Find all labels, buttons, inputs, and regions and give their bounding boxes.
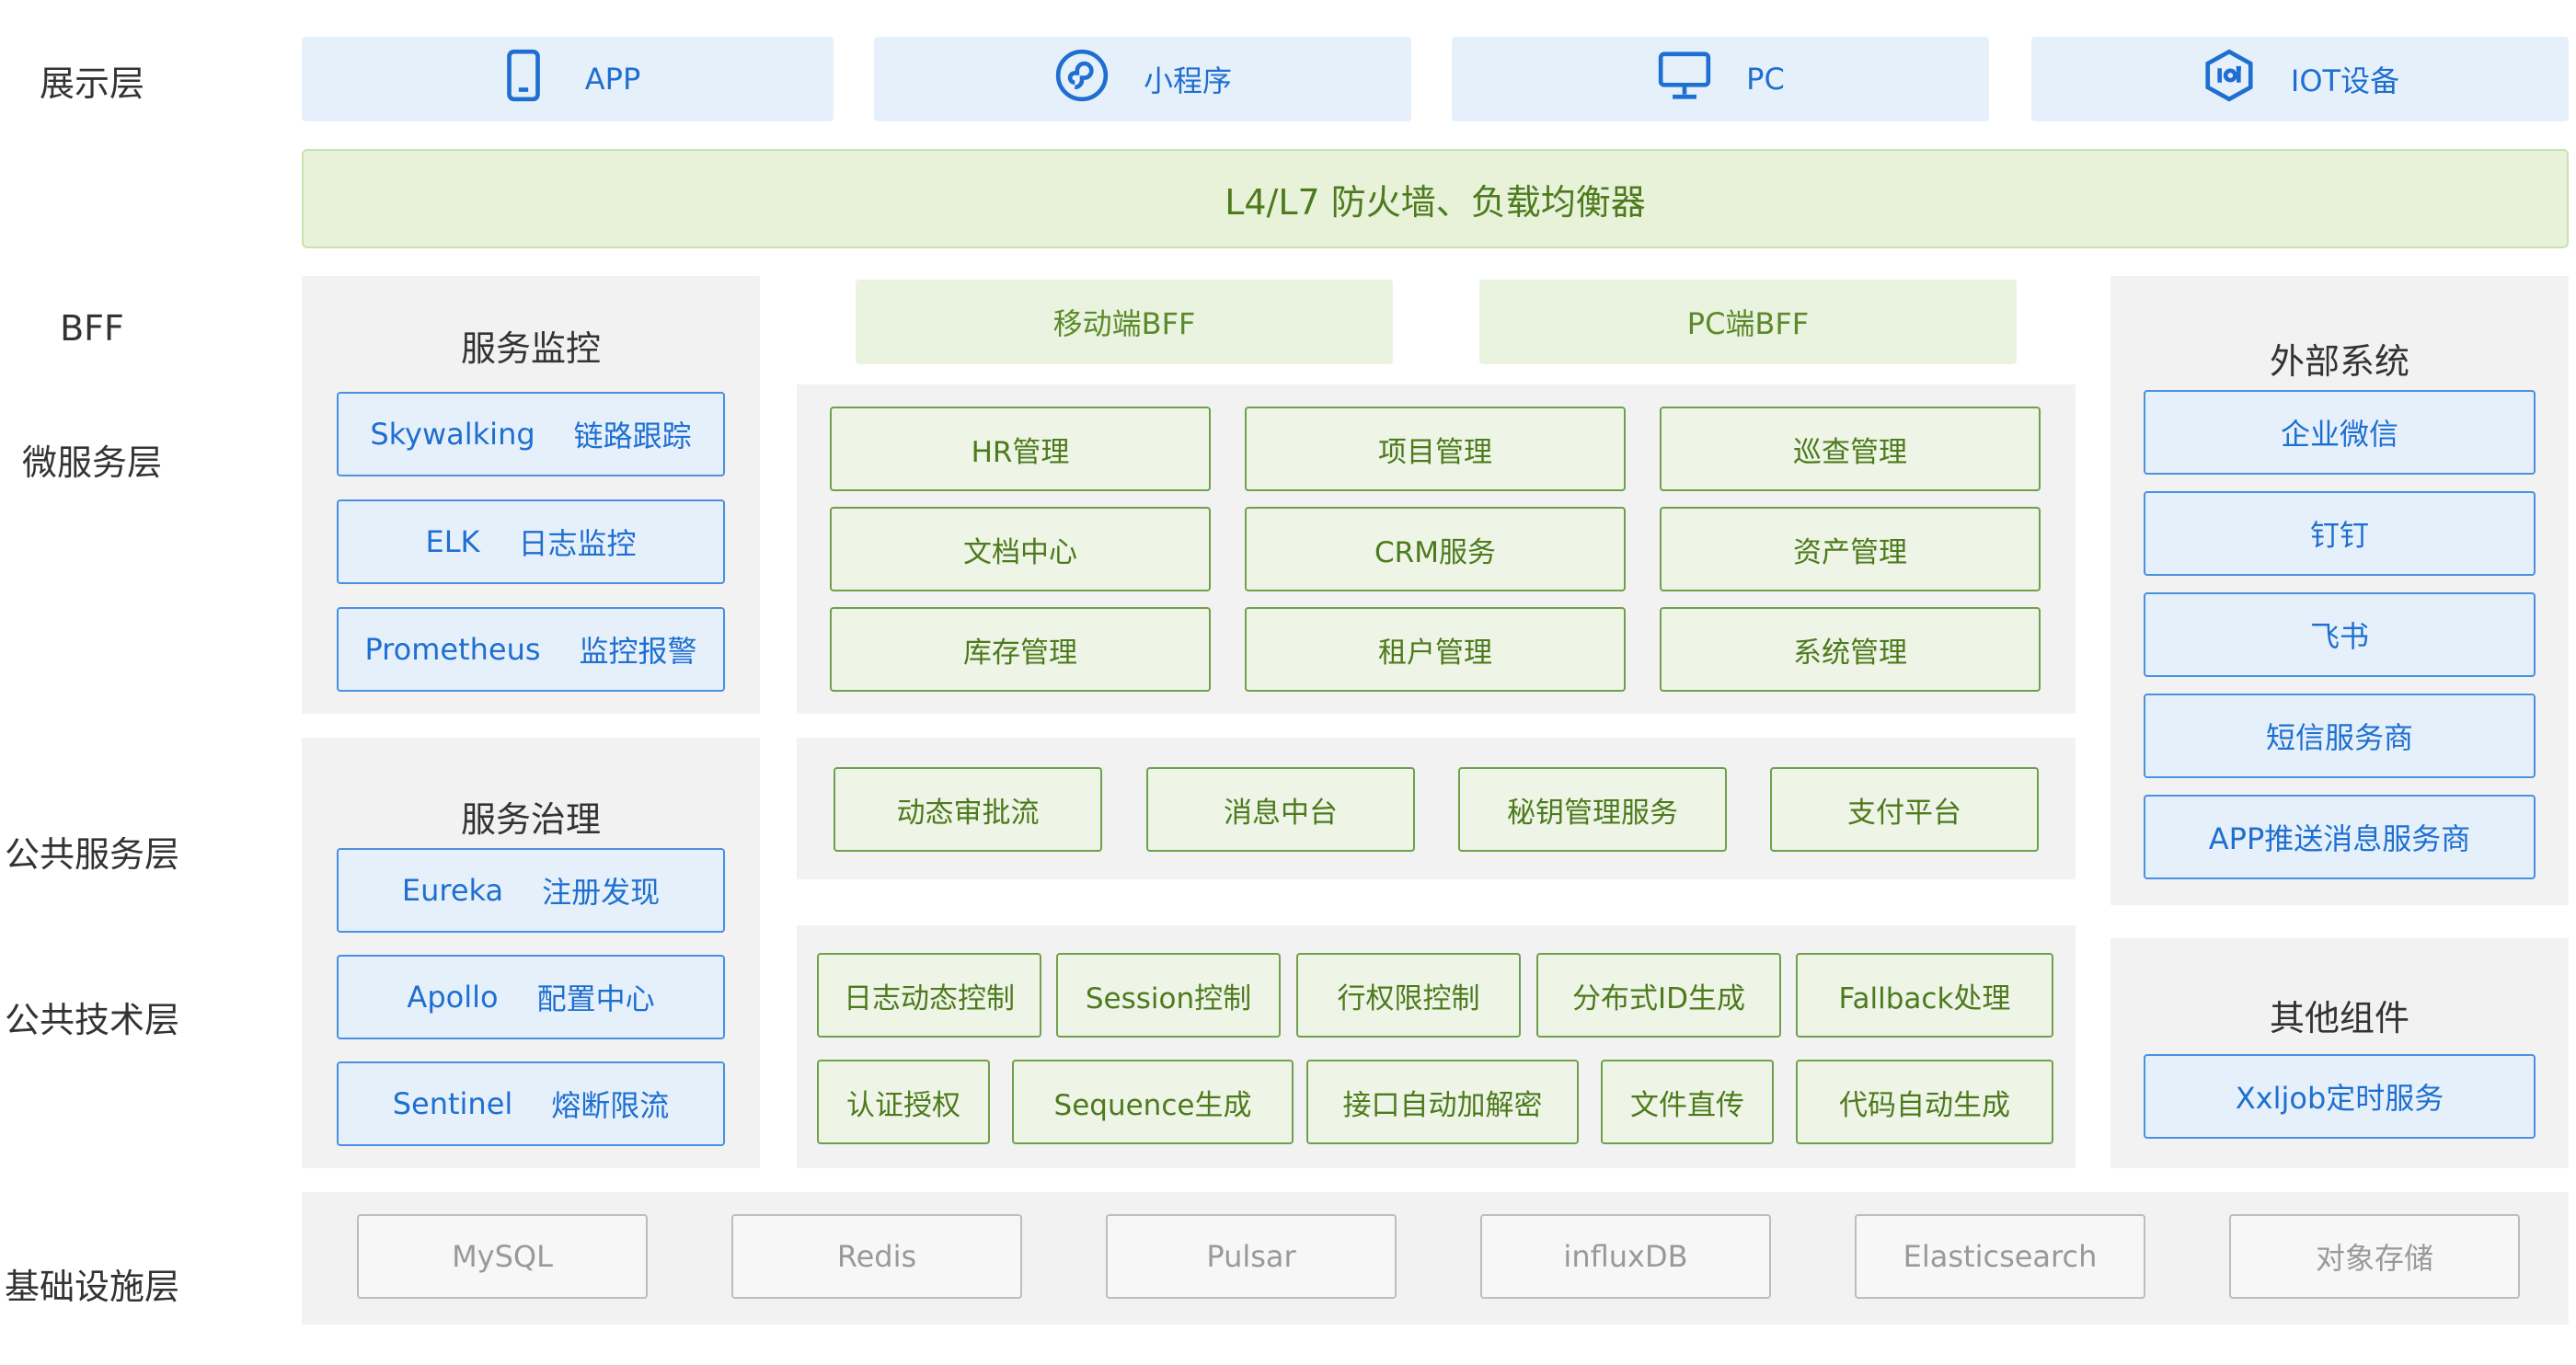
infra-redis: Redis — [731, 1214, 1022, 1299]
tech-file-upload: 文件直传 — [1601, 1060, 1774, 1144]
governance-item-apollo: Apollo 配置中心 — [337, 955, 725, 1039]
infra-panel: MySQL Redis Pulsar influxDB Elasticsearc… — [302, 1192, 2569, 1325]
monitoring-item-skywalking: Skywalking 链路跟踪 — [337, 392, 725, 476]
layer-label-microservice: 微服务层 — [21, 442, 162, 483]
monitoring-item-elk: ELK 日志监控 — [337, 499, 725, 584]
tool-name: Eureka — [401, 873, 504, 908]
tool-desc: 配置中心 — [536, 981, 655, 1016]
governance-title: 服务治理 — [460, 799, 601, 840]
client-label: 小程序 — [1143, 63, 1232, 98]
tech-fallback: Fallback处理 — [1796, 953, 2053, 1038]
client-pc: PC — [1452, 37, 1989, 121]
microservice-tenant: 租户管理 — [1245, 607, 1626, 692]
tool-desc: 链路跟踪 — [573, 419, 692, 453]
tool-desc: 日志监控 — [518, 526, 637, 561]
external-panel: 外部系统 企业微信 钉钉 飞书 短信服务商 APP推送消息服务商 — [2110, 276, 2569, 905]
external-item-app-push: APP推送消息服务商 — [2144, 795, 2536, 879]
layer-label-common-service: 公共服务层 — [4, 834, 179, 875]
external-item-wecom: 企业微信 — [2144, 390, 2536, 475]
governance-panel: 服务治理 Eureka 注册发现 Apollo 配置中心 Sentinel 熔断限流 — [302, 738, 760, 1168]
microservice-inspection: 巡查管理 — [1660, 407, 2041, 491]
bff-pc: PC端BFF — [1479, 280, 2017, 364]
common-services-panel: 动态审批流 消息中台 秘钥管理服务 支付平台 — [797, 738, 2076, 879]
client-label: IOT设备 — [2290, 63, 2400, 98]
layer-label-bff: BFF — [60, 308, 124, 349]
tool-name: Sentinel — [392, 1086, 513, 1121]
tech-code-generation: 代码自动生成 — [1796, 1060, 2053, 1144]
tool-name: ELK — [425, 524, 480, 559]
other-panel: 其他组件 Xxljob定时服务 — [2110, 938, 2569, 1168]
tech-row-permission: 行权限控制 — [1296, 953, 1521, 1038]
microservice-inventory: 库存管理 — [830, 607, 1211, 692]
microservice-asset: 资产管理 — [1660, 507, 2041, 591]
infra-object-storage: 对象存储 — [2229, 1214, 2520, 1299]
common-service-payment: 支付平台 — [1770, 767, 2039, 852]
monitoring-panel: 服务监控 Skywalking 链路跟踪 ELK 日志监控 Prometheus 监控… — [302, 276, 760, 714]
common-service-key-management: 秘钥管理服务 — [1458, 767, 1727, 852]
bff-mobile: 移动端BFF — [856, 280, 1393, 364]
microservice-crm: CRM服务 — [1245, 507, 1626, 591]
infra-elasticsearch: Elasticsearch — [1855, 1214, 2145, 1299]
tool-desc: 监控报警 — [579, 634, 697, 669]
microservice-system: 系统管理 — [1660, 607, 2041, 692]
other-item-xxljob: Xxljob定时服务 — [2144, 1054, 2536, 1139]
external-item-dingtalk: 钉钉 — [2144, 491, 2536, 576]
tool-desc: 熔断限流 — [551, 1088, 670, 1123]
tech-api-encryption: 接口自动加解密 — [1306, 1060, 1579, 1144]
infra-pulsar: Pulsar — [1106, 1214, 1397, 1299]
tech-distributed-id: 分布式ID生成 — [1536, 953, 1781, 1038]
mobile-phone-icon — [495, 47, 552, 111]
tech-sequence: Sequence生成 — [1012, 1060, 1294, 1144]
iot-device-icon — [2201, 47, 2258, 111]
tech-auth: 认证授权 — [817, 1060, 990, 1144]
microservice-project: 项目管理 — [1245, 407, 1626, 491]
tool-name: Prometheus — [364, 632, 541, 667]
monitoring-item-prometheus: Prometheus 监控报警 — [337, 607, 725, 692]
microservice-document: 文档中心 — [830, 507, 1211, 591]
layer-label-presentation: 展示层 — [39, 63, 144, 104]
governance-item-eureka: Eureka 注册发现 — [337, 848, 725, 933]
other-title: 其他组件 — [2269, 998, 2409, 1038]
client-mini-program: 小程序 — [874, 37, 1411, 121]
layer-label-infrastructure: 基础设施层 — [4, 1267, 179, 1307]
external-title: 外部系统 — [2269, 341, 2409, 382]
common-service-approval-flow: 动态审批流 — [834, 767, 1102, 852]
external-item-sms: 短信服务商 — [2144, 694, 2536, 778]
microservices-panel: HR管理 项目管理 巡查管理 文档中心 CRM服务 资产管理 库存管理 租户管理… — [797, 384, 2076, 714]
common-tech-panel: 日志动态控制 Session控制 行权限控制 分布式ID生成 Fallback处… — [797, 925, 2076, 1168]
common-service-message-center: 消息中台 — [1146, 767, 1415, 852]
infra-influxdb: influxDB — [1480, 1214, 1771, 1299]
tool-name: Apollo — [407, 980, 499, 1015]
monitor-icon — [1656, 47, 1713, 111]
microservice-hr: HR管理 — [830, 407, 1211, 491]
client-iot: IOT设备 — [2031, 37, 2569, 121]
tech-session-control: Session控制 — [1056, 953, 1281, 1038]
external-item-feishu: 飞书 — [2144, 592, 2536, 677]
tool-name: Skywalking — [370, 417, 535, 452]
infra-mysql: MySQL — [357, 1214, 648, 1299]
tool-desc: 注册发现 — [542, 875, 661, 910]
mini-program-icon — [1053, 47, 1110, 111]
layer-label-common-tech: 公共技术层 — [4, 1000, 179, 1040]
client-app: APP — [302, 37, 834, 121]
monitoring-title: 服务监控 — [460, 328, 601, 369]
governance-item-sentinel: Sentinel 熔断限流 — [337, 1061, 725, 1146]
client-label: APP — [584, 62, 641, 97]
gateway-bar: L4/L7 防火墙、负载均衡器 — [302, 149, 2569, 248]
client-label: PC — [1746, 62, 1785, 97]
tech-log-dynamic-control: 日志动态控制 — [817, 953, 1041, 1038]
